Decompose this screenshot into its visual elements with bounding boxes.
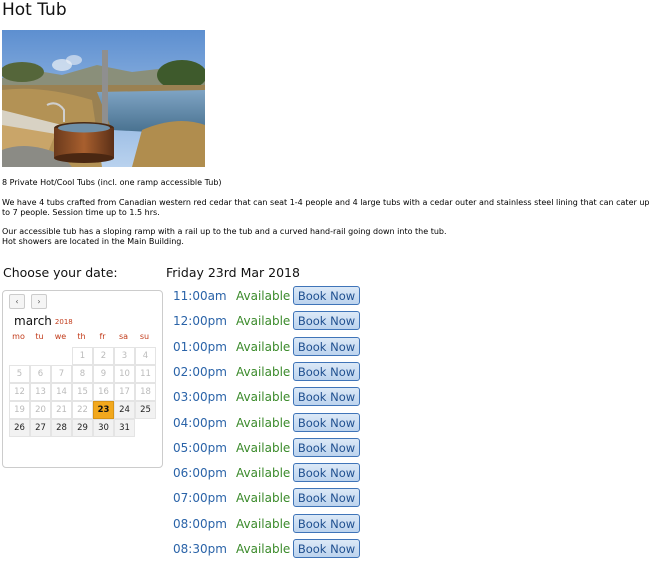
slot-time: 05:00pm (173, 440, 227, 455)
slot-time: 11:00am (173, 289, 227, 303)
book-now-button[interactable]: Book Now (293, 539, 360, 558)
calendar-day: 11 (135, 365, 156, 383)
calendar-day: 15 (72, 383, 93, 401)
calendar-day[interactable]: 28 (51, 419, 72, 437)
calendar-day: 17 (114, 383, 135, 401)
calendar-day: 22 (72, 401, 93, 419)
calendar-day: 5 (9, 365, 30, 383)
tubs-description-line2: to 7 people. Session time up to 1.5 hrs. (2, 208, 160, 217)
calendar-day: 2 (93, 347, 114, 365)
accessible-tub-description: Our accessible tub has a sloping ramp wi… (2, 227, 447, 236)
page-title: Hot Tub (2, 0, 67, 20)
showers-note: Hot showers are located in the Main Buil… (2, 237, 184, 246)
slot-time: 04:00pm (173, 415, 227, 430)
book-now-button[interactable]: Book Now (293, 387, 360, 407)
calendar-day: 8 (72, 365, 93, 383)
calendar-day: 19 (9, 401, 30, 419)
calendar-day[interactable]: 26 (9, 419, 30, 437)
selected-date-heading: Friday 23rd Mar 2018 (166, 265, 300, 280)
calendar-day[interactable]: 31 (114, 419, 135, 437)
hot-tub-image (2, 30, 205, 167)
prev-month-button[interactable]: ‹ (9, 294, 25, 309)
calendar-day: 3 (114, 347, 135, 365)
book-now-button[interactable]: Book Now (293, 513, 360, 533)
book-now-button[interactable]: Book Now (293, 463, 360, 483)
slot-time: 02:00pm (173, 364, 227, 379)
slot-status: Available (236, 542, 291, 556)
calendar-day: 1 (72, 347, 93, 365)
calendar-year: 2018 (54, 318, 73, 326)
slot-status: Available (236, 314, 291, 329)
calendar-day[interactable]: 27 (30, 419, 51, 437)
slot-status: Available (236, 466, 291, 481)
choose-date-label: Choose your date: (3, 265, 118, 280)
calendar-day: 16 (93, 383, 114, 401)
slot-status: Available (236, 440, 291, 455)
calendar-day[interactable]: 24 (114, 401, 135, 419)
book-now-button[interactable]: Book Now (293, 336, 360, 356)
slot-time: 08:30pm (173, 542, 227, 556)
calendar-month-title: march 2018 (14, 314, 73, 328)
calendar-day: 20 (30, 401, 51, 419)
weekday-header: fr (99, 332, 106, 341)
calendar-day: 10 (114, 365, 135, 383)
slot-time: 01:00pm (173, 339, 227, 354)
book-now-button[interactable]: Book Now (293, 488, 360, 508)
weekday-header: we (54, 332, 67, 341)
calendar-day: 21 (51, 401, 72, 419)
calendar-day: 14 (51, 383, 72, 401)
calendar-day: 13 (30, 383, 51, 401)
calendar-day: 7 (51, 365, 72, 383)
calendar-day: 4 (135, 347, 156, 365)
calendar-day[interactable]: 30 (93, 419, 114, 437)
book-now-button[interactable]: Book Now (293, 412, 360, 432)
weekday-header: tu (35, 332, 44, 341)
slot-status: Available (236, 415, 291, 430)
slot-time: 12:00pm (173, 314, 227, 329)
calendar-day: 6 (30, 365, 51, 383)
tubs-description-line1: We have 4 tubs crafted from Canadian wes… (2, 198, 650, 207)
slot-status: Available (236, 339, 291, 354)
slot-status: Available (236, 491, 291, 506)
calendar-day: 9 (93, 365, 114, 383)
calendar-month: march (14, 314, 52, 328)
book-now-button[interactable]: Book Now (293, 286, 360, 305)
book-now-button[interactable]: Book Now (293, 311, 360, 331)
calendar-day[interactable]: 29 (72, 419, 93, 437)
slot-time: 07:00pm (173, 491, 227, 506)
tubs-summary: 8 Private Hot/Cool Tubs (incl. one ramp … (2, 178, 222, 187)
weekday-header: sa (118, 332, 129, 341)
calendar-day: 12 (9, 383, 30, 401)
slot-time: 03:00pm (173, 390, 227, 405)
slot-status: Available (236, 390, 291, 405)
slot-status: Available (236, 289, 291, 303)
slot-status: Available (236, 516, 291, 531)
weekday-header: mo (12, 332, 25, 341)
hot-tub-photo (2, 30, 205, 167)
slot-time: 08:00pm (173, 516, 227, 531)
date-picker-calendar: ‹ › march 2018 mo tu we th fr sa su 1 2 3 4 5 6 7 8 9 10 1… (2, 290, 163, 468)
slot-status: Available (236, 364, 291, 379)
book-now-button[interactable]: Book Now (293, 437, 360, 457)
weekday-header: su (139, 332, 150, 341)
book-now-button[interactable]: Book Now (293, 361, 360, 381)
next-month-button[interactable]: › (31, 294, 47, 309)
slot-time: 06:00pm (173, 466, 227, 481)
calendar-day: 18 (135, 383, 156, 401)
weekday-header: th (77, 332, 86, 341)
calendar-day-selected[interactable]: 23 (93, 401, 114, 419)
calendar-day[interactable]: 25 (135, 401, 156, 419)
